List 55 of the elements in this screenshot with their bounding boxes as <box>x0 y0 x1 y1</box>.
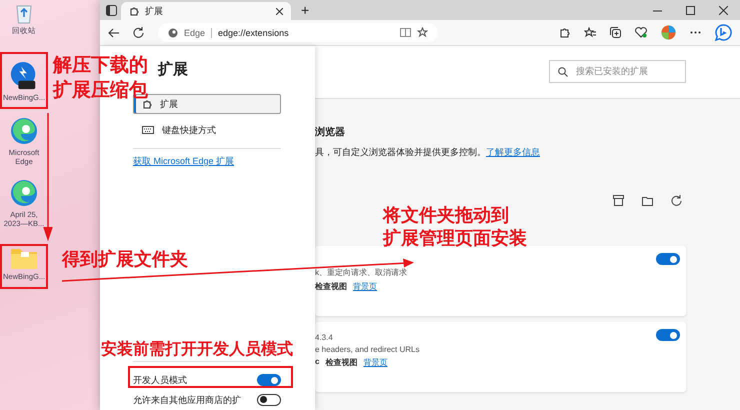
annotation-text: 扩展管理页面安装 <box>383 227 527 250</box>
edge-browser-icon[interactable] <box>9 116 39 146</box>
annotation-text: 将文件夹拖动到 <box>383 204 509 227</box>
chat-bubble-icon[interactable] <box>715 24 732 41</box>
page-title: 扩展 <box>158 60 189 80</box>
puzzle-icon <box>142 99 152 109</box>
favorite-star-icon[interactable] <box>417 27 428 38</box>
background-page-link[interactable]: 背景页 <box>353 281 377 292</box>
puzzle-icon[interactable] <box>559 27 570 38</box>
folder-icon[interactable] <box>642 195 653 206</box>
search-field[interactable]: 搜索已安装的扩展 <box>549 60 686 83</box>
sidebar-item[interactable]: 键盘快捷方式 <box>133 120 281 140</box>
inspect-views-label: 检查视图 <box>315 281 347 292</box>
toggle-switch[interactable] <box>656 253 680 265</box>
section-description: 具，可自定义浏览器体验并提供更多控制。 <box>315 147 486 157</box>
setting-label: 允许来自其他应用商店的扩 <box>133 394 241 406</box>
extension-description: k、重定向请求、取消请求 <box>315 267 407 278</box>
toggle-switch[interactable] <box>257 394 281 406</box>
inspect-views-label: 检查视图 <box>325 357 358 368</box>
back-icon[interactable] <box>108 28 119 38</box>
annotation-text: 解压下载的 <box>53 54 148 78</box>
section-heading: 浏览器 <box>315 126 346 139</box>
toggle-switch[interactable] <box>656 329 680 341</box>
search-icon <box>558 66 568 76</box>
refresh-icon[interactable] <box>671 195 682 206</box>
favorites-icon[interactable] <box>584 27 596 38</box>
tab-actions-icon[interactable] <box>106 4 117 16</box>
profile-avatar-icon[interactable] <box>661 25 676 40</box>
close-icon[interactable] <box>276 8 283 14</box>
edge-browser-icon[interactable] <box>9 178 39 208</box>
reading-view-icon[interactable] <box>400 28 411 37</box>
address-bar[interactable]: Edge edge://extensions <box>158 23 438 42</box>
health-heart-icon[interactable] <box>635 27 647 38</box>
new-tab-button[interactable]: + <box>295 2 316 18</box>
collections-icon[interactable] <box>610 27 621 38</box>
close-icon[interactable] <box>719 6 728 14</box>
annotation-text: 得到扩展文件夹 <box>62 248 188 271</box>
background-page-link[interactable]: 背景页 <box>363 357 388 368</box>
refresh-icon[interactable] <box>133 27 144 38</box>
puzzle-icon <box>129 6 139 16</box>
learn-more-link[interactable]: 了解更多信息 <box>486 147 540 157</box>
more-icon[interactable] <box>690 31 701 34</box>
store-link[interactable]: 获取 Microsoft Edge 扩展 <box>133 155 315 168</box>
setting-label: 开发人员模式 <box>133 374 187 386</box>
maximize-icon[interactable] <box>686 6 695 14</box>
highlight-frame <box>0 244 48 289</box>
browser-tab[interactable]: 扩展 <box>121 2 291 20</box>
version-text: 4.3.4 <box>315 333 334 342</box>
extension-id-text: c <box>315 357 320 368</box>
keyboard-icon <box>142 126 154 134</box>
archive-box-icon[interactable] <box>613 195 624 206</box>
highlight-frame <box>0 52 48 109</box>
extension-description: e headers, and redirect URLs <box>315 345 420 354</box>
annotation-text: 安装前需打开开发人员模式 <box>101 340 293 360</box>
toggle-switch[interactable] <box>257 374 281 386</box>
